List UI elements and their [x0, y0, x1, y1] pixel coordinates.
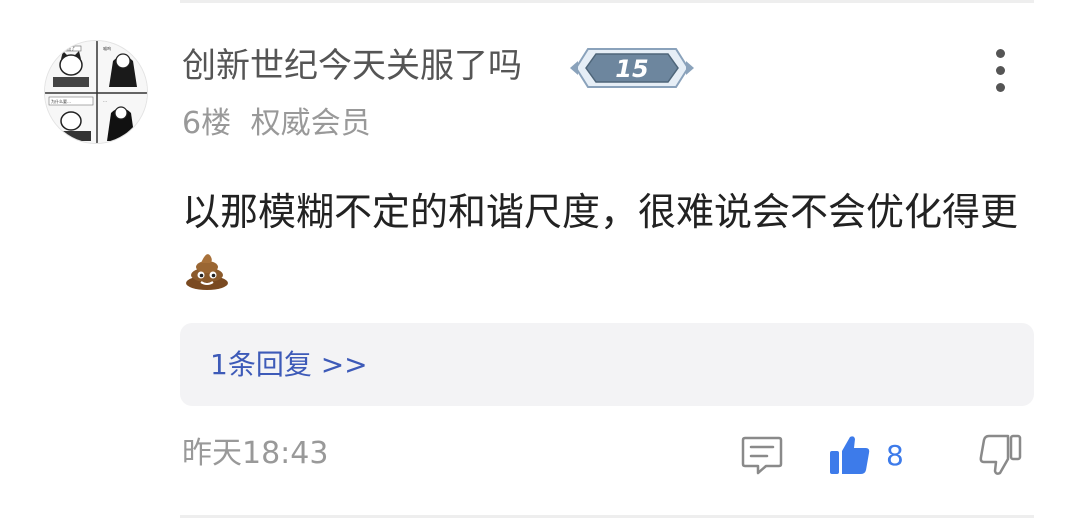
menu-dot: [995, 82, 1005, 92]
username[interactable]: 创新世纪今天关服了吗: [182, 40, 522, 92]
member-tier: 权威会员: [250, 106, 371, 141]
menu-dot: [995, 65, 1005, 75]
thumbs-up-icon: [830, 436, 870, 474]
comic-text-1: 上班了: [63, 45, 75, 51]
avatar[interactable]: 上班了 喵呜 为什么要… …: [44, 40, 148, 144]
poop-emoji-icon: [184, 248, 230, 308]
post-meta: 6楼 权威会员: [182, 102, 371, 146]
comment-icon[interactable]: [740, 434, 784, 480]
thumbs-down-icon[interactable]: [978, 434, 1022, 480]
level-badge-number: 15: [615, 55, 648, 83]
post-text: 以那模糊不定的和谐尺度，很难说会不会优化得更: [182, 190, 1019, 234]
divider-bottom: [180, 515, 1034, 518]
comic-text-2: 喵呜: [103, 45, 111, 51]
like-count: 8: [886, 438, 904, 472]
replies-preview[interactable]: 1条回复 >>: [180, 323, 1034, 406]
level-badge-icon: 15: [566, 45, 698, 95]
comment-card: 上班了 喵呜 为什么要… … 创新世纪今天关服了吗 15 6楼 权威会员 以那模…: [0, 0, 1080, 520]
comic-text-4: …: [103, 98, 107, 103]
avatar-comic-image: 上班了 喵呜 为什么要… …: [45, 41, 147, 143]
menu-dot: [995, 48, 1005, 58]
like-button[interactable]: 8: [828, 432, 904, 478]
divider-top: [180, 0, 1034, 3]
post-content: 以那模糊不定的和谐尺度，很难说会不会优化得更: [182, 182, 1042, 308]
timestamp: 昨天18:43: [182, 436, 329, 471]
floor-number: 6楼: [182, 106, 232, 141]
view-replies-link[interactable]: 1条回复 >>: [210, 323, 368, 406]
more-vertical-icon[interactable]: [980, 44, 1020, 96]
comic-text-3: 为什么要…: [51, 98, 71, 104]
